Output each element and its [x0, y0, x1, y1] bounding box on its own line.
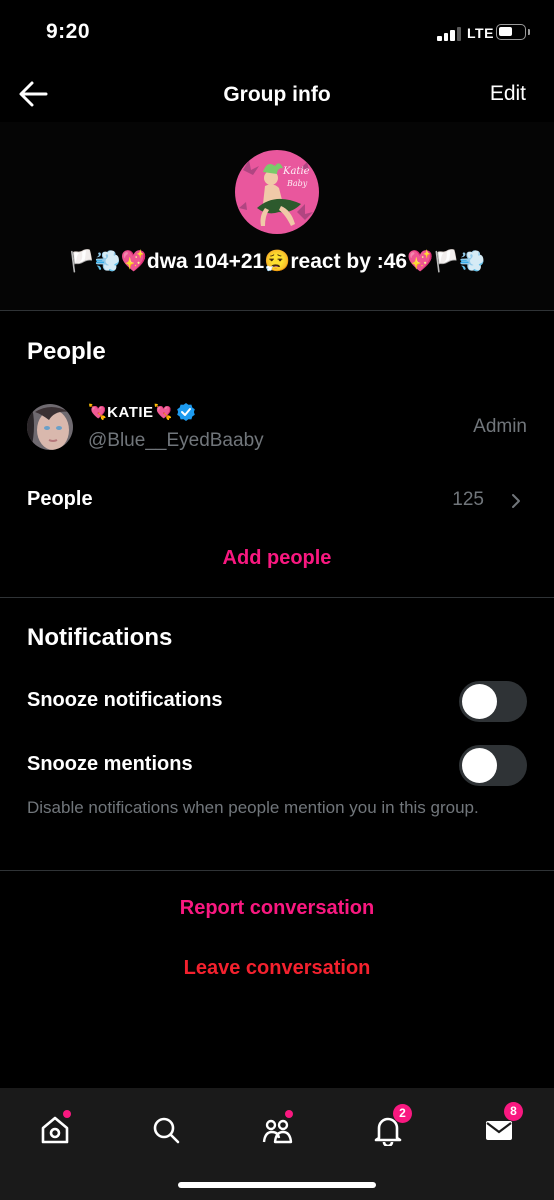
nav-messages[interactable]: 8: [472, 1102, 526, 1156]
people-list-row[interactable]: People 125: [0, 476, 554, 524]
snooze-mentions-hint: Disable notifications when people mentio…: [27, 798, 479, 817]
nav-search[interactable]: [139, 1102, 193, 1156]
verified-badge-icon: [176, 403, 195, 421]
svg-text:Katie: Katie: [282, 166, 310, 177]
home-icon: [41, 1116, 69, 1144]
home-notification-dot: [63, 1110, 71, 1118]
svg-text:Baby: Baby: [286, 179, 308, 188]
people-count: 125: [452, 489, 484, 510]
communities-notification-dot: [285, 1110, 293, 1118]
page-title: Group info: [223, 83, 331, 106]
report-conversation-button[interactable]: Report conversation: [0, 897, 554, 920]
people-row-label: People: [27, 488, 93, 510]
group-name: 🏳️💨💖dwa 104+21😮‍💨react by :46💖🏳️💨: [68, 250, 486, 273]
nav-communities[interactable]: [250, 1102, 304, 1156]
snooze-mentions-toggle[interactable]: [459, 745, 527, 786]
member-handle: @Blue__EyedBaaby: [88, 430, 264, 451]
member-role-label: Admin: [473, 416, 527, 437]
member-name: 💘KATIE💘: [88, 402, 196, 422]
divider: [0, 597, 554, 598]
divider: [0, 870, 554, 871]
messages-badge: 8: [504, 1102, 523, 1121]
nav-home[interactable]: [28, 1102, 82, 1156]
status-bar: 9:20 LTE: [0, 0, 554, 66]
notifications-section-title: Notifications: [27, 624, 173, 651]
add-people-button[interactable]: Add people: [0, 547, 554, 570]
battery-icon: [496, 24, 526, 40]
toggle-knob: [462, 748, 497, 783]
divider: [0, 310, 554, 311]
avatar: [27, 404, 73, 450]
status-time: 9:20: [46, 20, 91, 43]
leave-conversation-button[interactable]: Leave conversation: [0, 957, 554, 980]
search-icon: [153, 1117, 180, 1144]
nav-notifications[interactable]: 2: [361, 1102, 415, 1156]
snooze-notifications-label: Snooze notifications: [27, 689, 223, 711]
top-bar: Group info Edit: [0, 66, 554, 122]
edit-button[interactable]: Edit: [490, 82, 526, 106]
chevron-right-icon: [512, 494, 520, 508]
communities-icon: [262, 1119, 293, 1144]
member-row-admin[interactable]: 💘KATIE💘 @Blue__EyedBaaby Admin: [0, 390, 554, 462]
snooze-notifications-toggle[interactable]: [459, 681, 527, 722]
cellular-signal-icon: [437, 27, 463, 41]
home-indicator: [178, 1182, 376, 1188]
snooze-mentions-label: Snooze mentions: [27, 753, 193, 775]
group-avatar[interactable]: Katie Baby: [235, 150, 319, 234]
people-section-title: People: [27, 338, 106, 365]
toggle-knob: [462, 684, 497, 719]
group-header: Katie Baby 🏳️💨💖dwa 104+21😮‍💨react by :46…: [0, 122, 554, 310]
network-type: LTE: [467, 25, 494, 41]
notifications-badge: 2: [393, 1104, 412, 1123]
